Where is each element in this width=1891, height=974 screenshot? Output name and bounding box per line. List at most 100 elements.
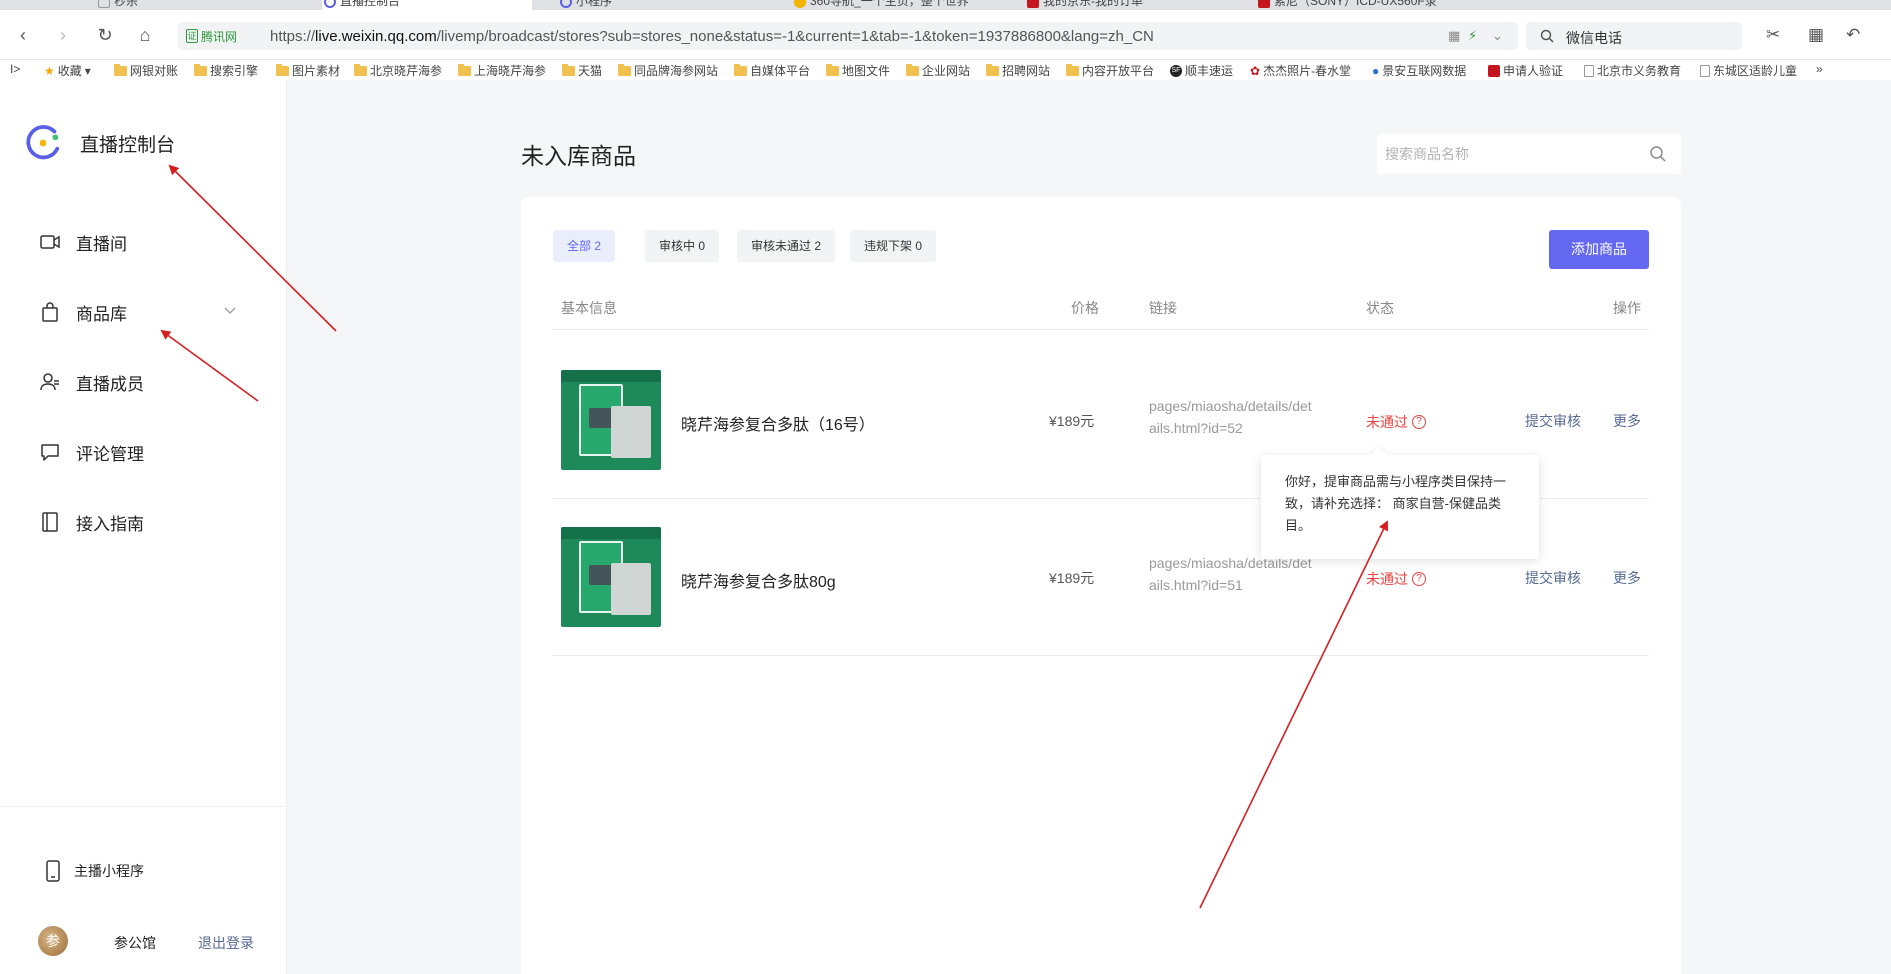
avatar[interactable]: 参 [38,926,68,956]
bookmark-favorites[interactable]: ★ 收藏 ▾ [44,62,91,79]
grid-icon[interactable]: ▦ [1448,28,1460,44]
reload-icon[interactable]: ↻ [94,24,116,46]
page-icon [98,0,110,8]
bookmark-item[interactable]: 天猫 [562,62,602,79]
submit-review-button[interactable]: 提交审核 [1525,568,1581,588]
question-icon[interactable]: ? [1412,572,1426,586]
browser-search-box[interactable]: 微信电话 [1526,22,1742,50]
apps-grid-icon[interactable]: ▦ [1808,25,1824,45]
bookmarks-more[interactable]: » [1816,62,1823,76]
bookmark-item[interactable]: ✿ 杰杰照片-春水堂 [1250,62,1351,79]
column-header-info: 基本信息 [561,300,617,316]
bookmark-item[interactable]: 招聘网站 [986,62,1050,79]
bookmark-item[interactable]: 同品牌海参网站 [618,62,718,79]
forward-icon[interactable]: › [52,24,74,46]
browser-tab[interactable]: 索尼（SONY）ICD-UX560F录 [1256,0,1476,10]
filter-tab-removed[interactable]: 违规下架 0 [850,230,937,262]
column-header-status: 状态 [1366,300,1394,316]
sidebar-item-members[interactable]: 直播成员 [38,364,268,400]
search-icon [1540,29,1554,43]
guide-book-icon [42,512,58,532]
browser-tab-strip: 秒杀 直播控制台 小程序 360导航_一个主页，整个世界 我的京东-我的订单 索… [0,0,1891,10]
bookmark-item[interactable]: 东城区适龄儿童 [1700,62,1797,79]
sidebar-item-comments[interactable]: 评论管理 [38,434,268,470]
sidebar-item-guide[interactable]: 接入指南 [38,504,268,540]
folder-icon [114,63,127,76]
bookmark-item[interactable]: 企业网站 [906,62,970,79]
live-console-icon [324,0,336,8]
bookmark-item[interactable]: 图片素材 [276,62,340,79]
bookmark-item[interactable]: ● 景安互联网数据 [1372,62,1466,79]
brand[interactable]: 直播控制台 [24,124,175,162]
brand-title: 直播控制台 [80,134,176,156]
sidebar-divider [0,806,287,807]
bookmark-item[interactable]: 内容开放平台 [1066,62,1154,79]
secure-badge[interactable]: 证腾讯网 [186,28,237,44]
product-thumbnail[interactable] [561,370,661,470]
phone-icon [46,860,60,882]
sidebar-item-live-room[interactable]: 直播间 [38,224,268,260]
sidebar: 直播控制台 直播间 商品库 直播成员 评论管理 接入指南 主播小程序 参 参公馆… [0,80,287,974]
search-icon[interactable] [1649,145,1667,163]
bookmark-item[interactable]: 上海晓芹海参 [458,62,546,79]
submit-review-button[interactable]: 提交审核 [1525,411,1581,431]
browser-tab-active[interactable]: 直播控制台 [322,0,532,10]
folder-icon [194,63,207,76]
add-product-button[interactable]: 添加商品 [1549,230,1649,269]
globe-icon: ● [1372,63,1380,78]
browser-tab[interactable]: 360导航_一个主页，整个世界 [792,0,992,10]
page-icon [1584,64,1594,77]
lightning-icon[interactable]: ⚡ [1468,28,1477,44]
username: 参公馆 [114,935,156,951]
caret-down-icon: ▾ [84,63,91,78]
video-icon [40,235,60,249]
photo-icon: ✿ [1250,63,1261,78]
product-thumbnail[interactable] [561,527,661,627]
chevron-down-icon[interactable]: ⌄ [1492,28,1503,44]
logout-link[interactable]: 退出登录 [198,933,254,953]
bookmark-item[interactable]: 地图文件 [826,62,890,79]
address-bar[interactable]: 证腾讯网 https://live.weixin.qq.com/livemp/b… [178,22,1518,50]
rejection-reason-tooltip: 你好，提审商品需与小程序类目保持一致，请补充选择： 商家自营-保健品类目。 [1261,455,1539,559]
undo-icon[interactable]: ↶ [1846,25,1860,45]
scissors-icon[interactable]: ✂ [1766,25,1780,45]
anchor-mini-program-link[interactable]: 主播小程序 [46,860,144,882]
product-name: 晓芹海参复合多肽（16号） [681,417,875,434]
column-header-link: 链接 [1149,300,1177,316]
folder-icon [618,63,631,76]
filter-tab-rejected[interactable]: 审核未通过 2 [737,230,836,262]
product-search-input[interactable] [1385,134,1645,174]
sidebar-toggle-icon[interactable]: I> [10,62,20,76]
bookmark-item[interactable]: 北京市义务教育 [1584,62,1681,79]
bookmark-item[interactable]: 网银对账 [114,62,178,79]
bookmark-item[interactable]: SF 顺丰速运 [1170,62,1233,79]
sidebar-item-product-library[interactable]: 商品库 [38,294,268,330]
browser-tab[interactable]: 我的京东-我的订单 [1025,0,1225,10]
chevron-down-icon[interactable] [222,302,238,318]
status-badge[interactable]: 未通过? [1366,412,1426,432]
members-icon [40,373,59,391]
jd-icon [1027,0,1039,8]
bookmark-item[interactable]: 自媒体平台 [734,62,810,79]
360-icon [794,0,806,8]
status-badge[interactable]: 未通过? [1366,569,1426,589]
folder-icon [734,63,747,76]
url-text[interactable]: https://live.weixin.qq.com/livemp/broadc… [270,28,1154,45]
comment-icon [41,444,59,461]
product-list-card: 全部 2 审核中 0 审核未通过 2 违规下架 0 添加商品 基本信息 价格 链… [521,197,1681,974]
browser-tab[interactable]: 秒杀 [96,0,276,10]
more-button[interactable]: 更多 [1613,411,1641,431]
folder-icon [906,63,919,76]
filter-tab-reviewing[interactable]: 审核中 0 [645,230,720,262]
bookmark-item[interactable]: 北京晓芹海参 [354,62,442,79]
browser-toolbar: ‹ › ↻ ⌂ 证腾讯网 https://live.weixin.qq.com/… [0,10,1891,60]
more-button[interactable]: 更多 [1613,568,1641,588]
browser-tab[interactable]: 小程序 [558,0,758,10]
bookmark-item[interactable]: 申请人验证 [1488,62,1563,79]
verify-icon [1488,64,1500,77]
bookmark-item[interactable]: 搜索引擎 [194,62,258,79]
home-icon[interactable]: ⌂ [134,24,156,46]
question-icon[interactable]: ? [1412,415,1426,429]
back-icon[interactable]: ‹ [12,24,34,46]
filter-tab-all[interactable]: 全部 2 [553,230,616,262]
